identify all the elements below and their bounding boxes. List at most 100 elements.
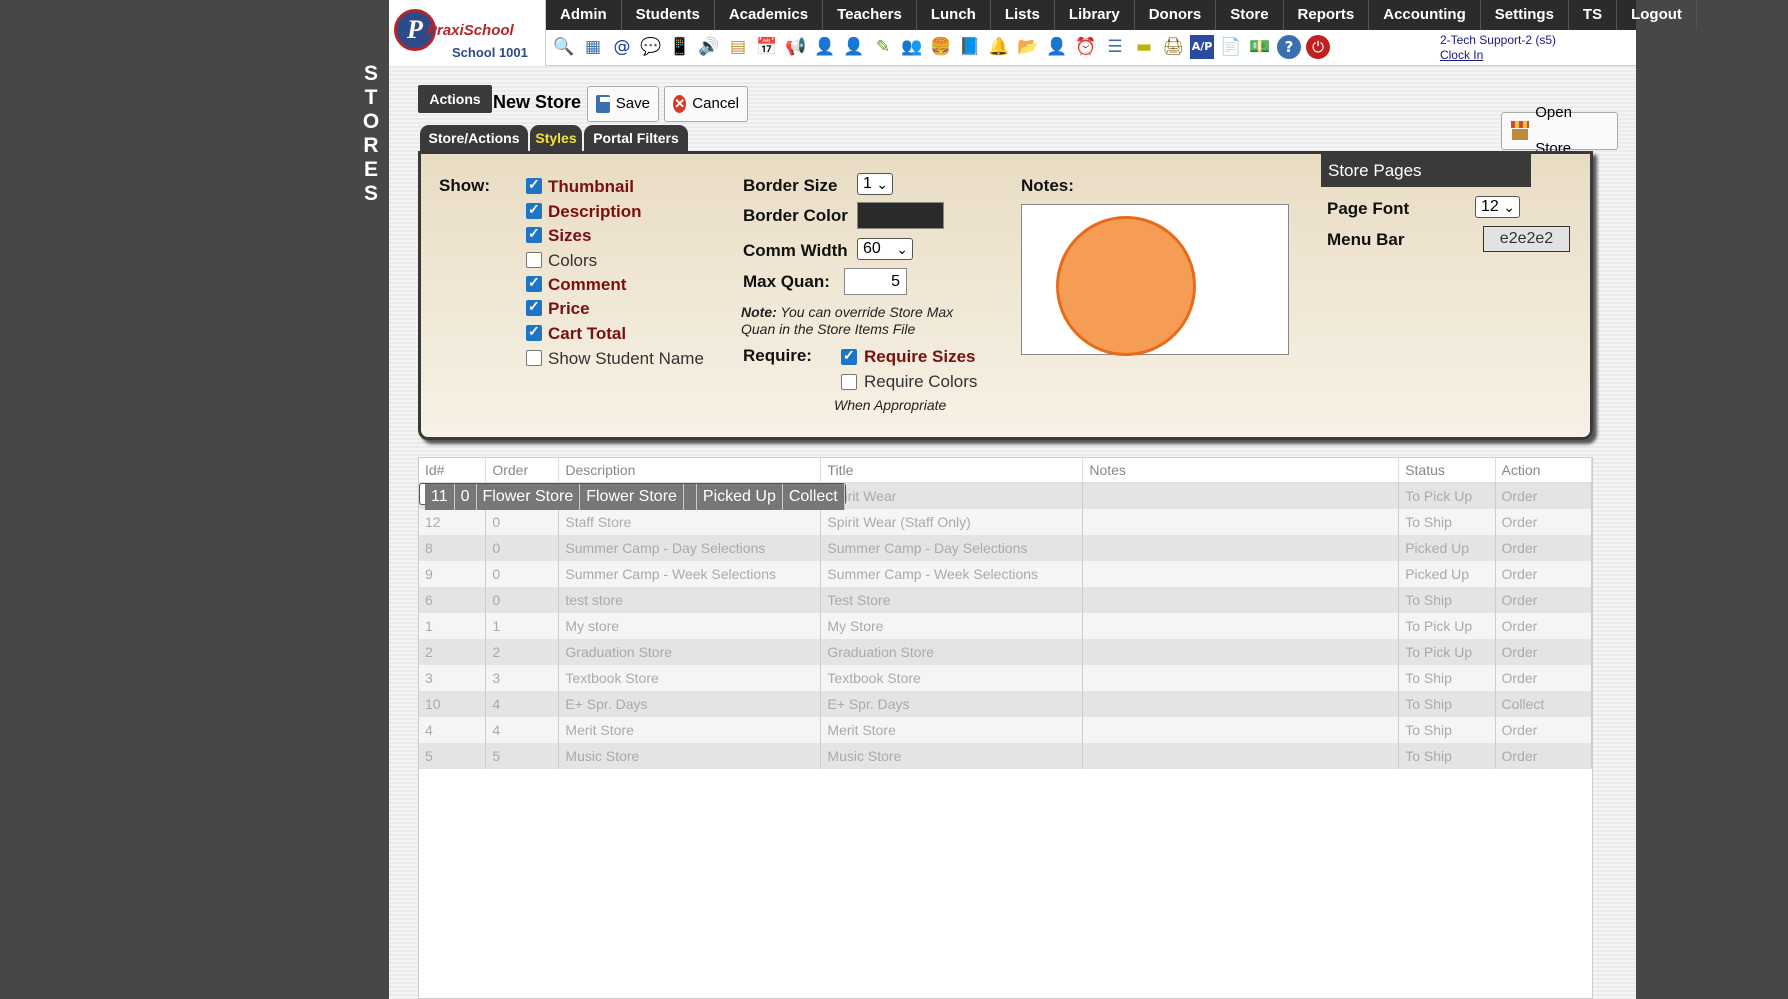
comm-width-select[interactable]: 60 ⌄ [857,238,913,260]
megaphone-icon[interactable]: 📢 [784,35,808,59]
menu-academics[interactable]: Academics [715,0,824,30]
money-icon[interactable]: 💵 [1248,35,1272,59]
menu-lunch[interactable]: Lunch [917,0,991,30]
search-icon[interactable]: 🔍 [552,35,576,59]
teacher-icon[interactable]: 👤 [842,35,866,59]
save-label: Save [615,95,650,112]
column-header[interactable]: Description [558,458,822,483]
icon-toolbar: 🔍 ▦ @ 💬 📱 🔊 ▤ 📅 📢 👤 👤 ✎ 👥 🍔 📘 🔔 📂 👤 ⏰ ☰ ▬ 🖨 A/P 📄 💵? ⏻ 2-Tech Sup… [546,30,1636,66]
speaker-icon[interactable]: 🔊 [697,35,721,59]
table-row[interactable]: 2 2 Graduation Store Graduation Store To Pic… [419,639,1593,665]
help-icon[interactable]: ? [1277,35,1301,59]
menu-bar-color-input[interactable]: e2e2e2 [1483,226,1570,252]
require-colors-checkbox[interactable] [841,374,857,390]
tab-styles[interactable]: Styles [530,125,582,151]
column-header[interactable]: Order [485,458,560,483]
require-sizes-checkbox[interactable] [841,347,857,365]
comment-checkbox[interactable] [526,274,542,292]
menu-library[interactable]: Library [1055,0,1135,30]
menu-logout[interactable]: Logout [1617,0,1697,30]
cancel-button[interactable]: ✕ Cancel [664,86,748,122]
show-student-name-checkbox[interactable] [526,350,542,366]
table-row[interactable]: 11 0 Flower Store Flower Store Picked Up Coll… [419,483,846,510]
border-size-select[interactable]: 1 ⌄ [857,173,893,195]
table-row[interactable]: 4 4 Merit Store Merit Store To Ship Order [419,717,1593,743]
table-cell: Collect [782,484,845,510]
calendar-icon[interactable]: 📅 [755,35,779,59]
column-header[interactable]: Status [1398,458,1496,483]
table-row[interactable]: 8 0 Summer Camp - Day Selections Summer Cam… [419,535,1593,561]
table-cell: 1 [485,613,560,639]
table-row[interactable]: 5 5 Music Store Music Store To Ship Order [419,743,1593,769]
printer-icon[interactable]: 🖨 [1161,35,1185,59]
card-icon[interactable]: ▬ [1132,35,1156,59]
menu-lists[interactable]: Lists [991,0,1055,30]
page-font-select[interactable]: 12 ⌄ [1475,196,1520,218]
grid-icon[interactable]: ▦ [581,35,605,59]
table-row[interactable]: 3 3 Textbook Store Textbook Store To Ship Ord… [419,665,1593,691]
save-icon [596,95,610,113]
table-cell [683,484,697,510]
list-icon[interactable]: ☰ [1103,35,1127,59]
ap-icon[interactable]: A/P [1190,35,1214,59]
column-header[interactable]: Id# [419,458,487,483]
table-cell: Music Store [558,743,822,769]
email-icon[interactable]: @ [610,35,634,59]
thumbnail-checkbox[interactable] [526,176,542,194]
pencil-icon[interactable]: ✎ [871,35,895,59]
menu-admin[interactable]: Admin [546,0,622,30]
table-row[interactable]: 9 0 Summer Camp - Week Selections Summer Ca… [419,561,1593,587]
table-cell: Picked Up [1398,535,1496,561]
actions-button[interactable]: Actions [418,85,492,113]
menu-accounting[interactable]: Accounting [1369,0,1481,30]
main-menu-bar: Admin Students Academics Teachers Lunch … [546,0,1697,30]
save-button[interactable]: Save [587,86,659,122]
cart-total-checkbox[interactable] [526,323,542,341]
open-store-button[interactable]: Open Store [1501,104,1618,157]
menu-teachers[interactable]: Teachers [823,0,917,30]
table-row[interactable]: 1 1 My store My Store To Pick Up Order [419,613,1593,639]
book-icon[interactable]: 📘 [958,35,982,59]
lunch-icon[interactable]: 🍔 [929,35,953,59]
table-row[interactable]: 12 0 Staff Store Spirit Wear (Staff Only) To… [419,509,1593,535]
clock-in-link[interactable]: Clock In [1440,48,1556,63]
menu-settings[interactable]: Settings [1481,0,1569,30]
table-row[interactable]: 6 0 test store Test Store To Ship Order [419,587,1593,613]
menu-reports[interactable]: Reports [1284,0,1370,30]
bell-icon[interactable]: 🔔 [987,35,1011,59]
menu-store[interactable]: Store [1216,0,1284,30]
column-header[interactable]: Notes [1082,458,1400,483]
student-icon[interactable]: 👤 [813,35,837,59]
menu-ts[interactable]: TS [1569,0,1618,30]
colors-checkbox[interactable] [526,252,542,268]
cart-total-label: Cart Total [548,324,627,343]
clock-icon[interactable]: ⏰ [1074,35,1098,59]
menu-donors[interactable]: Donors [1135,0,1217,30]
page-side-title: S T O R E S [362,62,380,205]
sizes-checkbox[interactable] [526,225,542,243]
table-cell: Textbook Store [558,665,822,691]
column-header[interactable]: Action [1495,458,1593,483]
price-checkbox[interactable] [526,298,542,316]
praxischool-logo[interactable]: P PraxiSchool School 1001 [389,0,546,66]
chat-icon[interactable]: 💬 [639,35,663,59]
power-icon[interactable]: ⏻ [1306,35,1330,59]
calculator-icon[interactable]: ▤ [726,35,750,59]
tab-portal-filters[interactable]: Portal Filters [584,125,688,151]
border-color-swatch[interactable] [857,202,944,229]
description-checkbox[interactable] [526,201,542,219]
table-row[interactable]: 10 4 E+ Spr. Days E+ Spr. Days To Ship Collec… [419,691,1593,717]
max-quan-input[interactable]: 5 [844,268,907,295]
staff-icon[interactable]: 👤 [1045,35,1069,59]
border-size-value: 1 [863,175,872,192]
table-cell: To Ship [1398,587,1496,613]
group-icon[interactable]: 👥 [900,35,924,59]
folder-icon[interactable]: 📂 [1016,35,1040,59]
column-header[interactable]: Title [820,458,1084,483]
tab-store-actions[interactable]: Store/Actions [420,125,528,151]
pdf-icon[interactable]: 📄 [1219,35,1243,59]
menu-students[interactable]: Students [622,0,715,30]
toolbar-icons: 🔍 ▦ @ 💬 📱 🔊 ▤ 📅 📢 👤 👤 ✎ 👥 🍔 📘 🔔 📂 👤 ⏰ ☰ ▬ 🖨 A/P 📄 💵? ⏻ [552,35,1330,59]
phone-icon[interactable]: 📱 [668,35,692,59]
table-cell: 4 [485,717,560,743]
